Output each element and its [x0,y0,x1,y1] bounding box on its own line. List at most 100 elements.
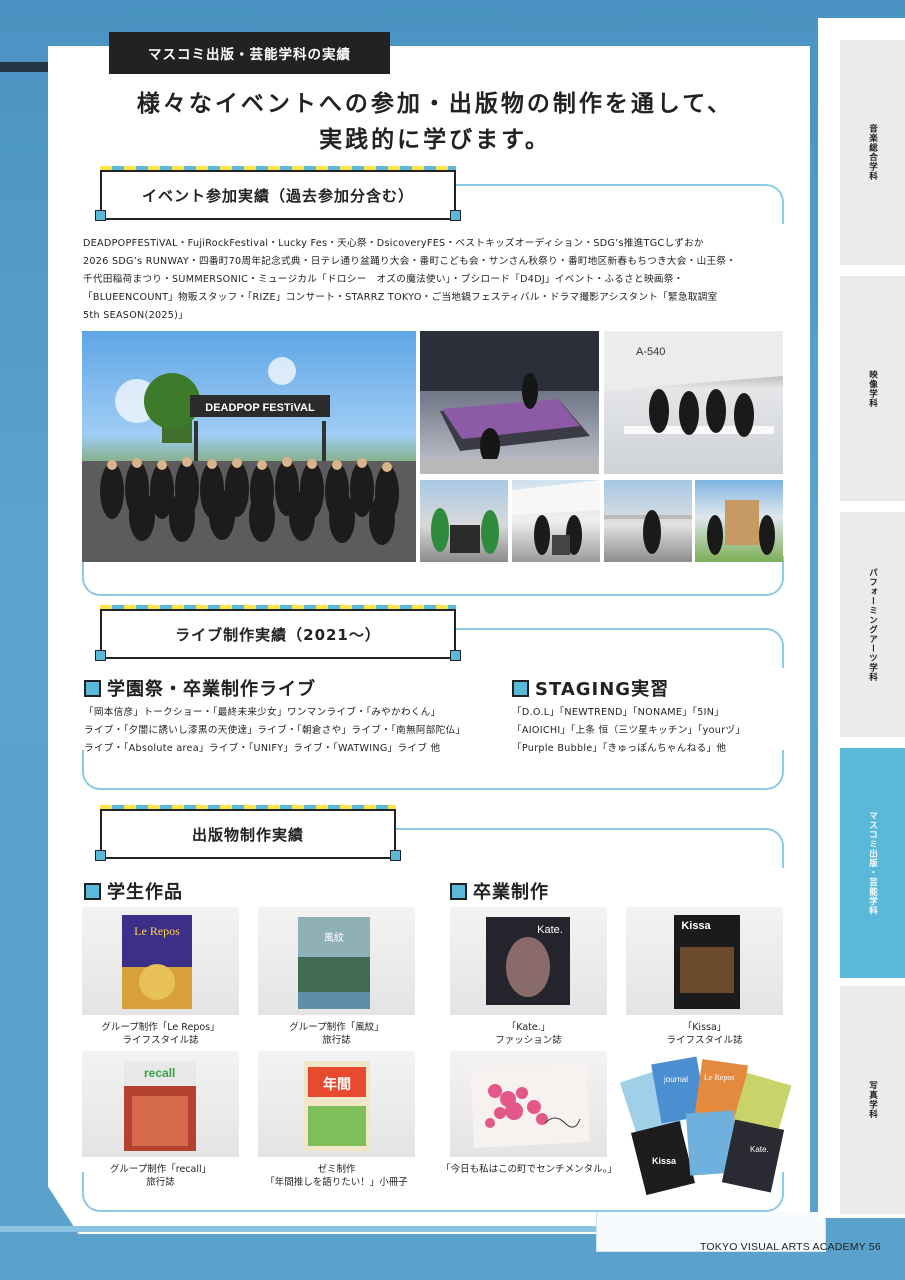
tab-label: 写真学科 [867,1081,878,1119]
list-line: ライブ・「Absolute area」ライブ・「UNIFY」ライブ・「WATWI… [84,743,441,754]
book-caption: グループ制作「風紋」 旅行誌 [258,1021,415,1047]
book-caption: グループ制作「recall」 旅行誌 [82,1163,239,1189]
heading-text: STAGING実習 [535,679,670,700]
book-photo-nenkan: 年間 [258,1051,415,1157]
caption-line: ファッション誌 [495,1035,562,1046]
stage-setup-photo [420,331,599,474]
tent-sign-text: A-540 [636,346,665,358]
pile-cover-text: Le Repos [704,1073,734,1082]
tab-label: 音楽総合学科 [867,124,878,181]
corner-square [450,650,461,661]
page-headline: 様々なイベントへの参加・出版物の制作を通して、 実践的に学びます。 [90,86,780,158]
book-caption: ゼミ制作 「年間推しを語りたい！」小冊子 [246,1163,427,1189]
festival-banner-text: DEADPOP FESTiVAL [205,402,315,414]
caption-line: 旅行誌 [322,1035,351,1046]
staging-list: 「D.O.L」「NEWTREND」「NONAME」「5IN」 「AIOICHI」… [512,704,784,758]
book-photo-recall: recall [82,1051,239,1157]
crew-photo-2 [512,480,600,562]
caption-line: ゼミ制作 [317,1164,356,1175]
book-cover-text: 年間 [323,1076,351,1093]
pile-cover-text: journal [663,1075,688,1084]
events-line: 5th SEASON(2025)」 [83,310,189,321]
publications-section-title: 出版物制作実績 [100,809,396,859]
events-line: 「BLUEENCOUNT」物販スタッフ・「RIZE」コンサート・STARRZ T… [83,292,718,303]
events-line: 千代田稲荷まつり・SUMMERSONIC・ミュージカル「ドロシー オズの魔法使い… [83,274,684,285]
list-line: 「AIOICHI」「上条 恒（三ツ星キッチン」「yourヅ」 [512,725,746,736]
heading-text: 学生作品 [107,882,183,903]
square-bullet-icon [450,882,467,900]
tab-film[interactable]: 映像学科 [840,276,905,501]
caption-line: 旅行誌 [146,1177,175,1188]
events-list: DEADPOPFESTiVAL・FujiRockFestival・Lucky F… [83,235,783,325]
tab-label: パフォーミングアーツ学科 [867,567,878,682]
book-photo-le-repos: Le Repos [82,907,239,1015]
graduate-works-heading: 卒業制作 [450,878,549,904]
events-frame-bottom [82,556,784,596]
tab-music[interactable]: 音楽総合学科 [840,40,905,265]
corner-square [95,650,106,661]
department-label: マスコミ出版・芸能学科の実績 [103,32,395,74]
book-cover-text: recall [144,1066,175,1080]
book-caption: 「Kate.」 ファッション誌 [450,1021,607,1047]
school-live-heading: 学園祭・卒業制作ライブ [84,675,316,701]
caption-line: 「今日も私はこの町でセンチメンタル。」 [441,1164,617,1175]
book-cover-text: 風紋 [324,931,344,944]
live-section-title: ライブ制作実績（2021～） [100,609,456,659]
events-frame-top [440,184,784,224]
tab-label: 映像学科 [867,369,878,408]
corner-square [95,850,106,861]
caption-line: ライフスタイル誌 [666,1035,743,1046]
pile-cover-text: Kate. [750,1145,769,1154]
list-line: 「岡本信彦」トークショー・「最終未来少女」ワンマンライブ・「みやかわくん」 [84,707,441,718]
caption-line: グループ制作「recall」 [109,1164,212,1175]
book-cover-text: Le Repos [134,924,180,938]
book-caption: 「Kissa」 ライフスタイル誌 [626,1021,783,1047]
events-line: DEADPOPFESTiVAL・FujiRockFestival・Lucky F… [83,238,704,249]
caption-line: グループ制作「Le Repos」 [101,1022,220,1033]
crew-photo-3 [604,480,692,562]
pub-frame-top [380,828,784,868]
live-frame-top [440,628,784,668]
book-photo-kate: Kate. [450,907,607,1015]
crew-photo-1 [420,480,508,562]
square-bullet-icon [512,679,529,697]
tab-label: マスコミ出版・芸能学科 [867,810,878,916]
caption-line: 「年間推しを語りたい！」小冊子 [265,1177,408,1188]
book-photo-sentimental [450,1051,607,1157]
book-cover-text: Kissa [681,920,711,932]
headline-line-2: 実践的に学びます。 [319,127,551,153]
corner-square [450,210,461,221]
book-caption: 「今日も私はこの町でセンチメンタル。」 [440,1163,618,1176]
square-bullet-icon [84,882,101,900]
tab-performing-arts[interactable]: パフォーミングアーツ学科 [840,512,905,737]
student-works-heading: 学生作品 [84,878,183,904]
square-bullet-icon [84,679,101,697]
heading-text: 学園祭・卒業制作ライブ [107,679,316,700]
tent-crew-photo: A-540 [604,331,783,474]
pile-cover-text: Kissa [652,1156,677,1166]
book-photo-kissa: Kissa [626,907,783,1015]
school-live-list: 「岡本信彦」トークショー・「最終未来少女」ワンマンライブ・「みやかわくん」 ライ… [84,704,489,758]
headline-line-1: 様々なイベントへの参加・出版物の制作を通して、 [136,91,734,117]
events-line: 2026 SDG’s RUNWAY・四番町70周年記念式典・日テレ通り盆踊り大会… [83,256,737,267]
tab-mass-media[interactable]: マスコミ出版・芸能学科 [840,748,905,978]
tab-photo[interactable]: 写真学科 [840,986,905,1214]
corner-square [390,850,401,861]
magazine-pile-photo: Kissa Kate. journal Le Repos [618,1052,794,1202]
heading-text: 卒業制作 [473,882,549,903]
book-cover-text: Kate. [537,924,563,936]
list-line: ライブ・「夕闇に誘いし漆黒の天使達」ライブ・「朝倉さや」ライブ・「南無阿部陀仏」 [84,725,466,736]
caption-line: ライフスタイル誌 [122,1035,199,1046]
list-line: 「D.O.L」「NEWTREND」「NONAME」「5IN」 [512,707,725,718]
caption-line: グループ制作「風紋」 [289,1022,384,1033]
events-section-title: イベント参加実績（過去参加分含む） [100,170,456,220]
staging-heading: STAGING実習 [512,675,669,701]
corner-square [95,210,106,221]
book-photo-fumon: 風紋 [258,907,415,1015]
group-photo-festival: DEADPOP FESTiVAL [82,331,416,562]
book-caption: グループ制作「Le Repos」 ライフスタイル誌 [82,1021,239,1047]
footer-page-label: TOKYO VISUAL ARTS ACADEMY 56 [700,1241,881,1253]
caption-line: 「Kate.」 [506,1022,551,1033]
crew-photo-4 [695,480,783,562]
bottom-stripe [0,1226,690,1232]
